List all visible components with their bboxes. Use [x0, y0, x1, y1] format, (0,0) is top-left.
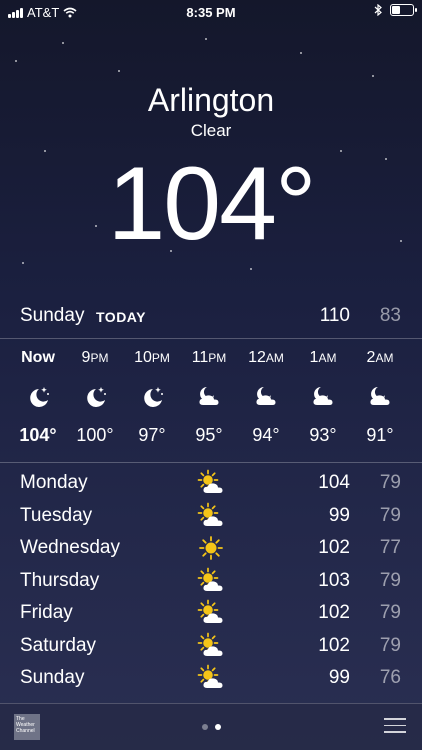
hour-value: 10 [134, 349, 152, 366]
day-name: Tuesday [20, 504, 93, 526]
hour-meridiem: AM [265, 351, 284, 365]
hour-temperature: 93° [309, 425, 337, 445]
hour-label: Now [9, 349, 67, 371]
current-condition: Clear [190, 121, 232, 140]
status-bar: AT&T 8:35 PM [0, 0, 422, 24]
sun-cloud-icon [194, 501, 228, 531]
hour-label: 11PM [180, 349, 238, 371]
daily-forecast-row: Saturday 102 79 [0, 631, 422, 664]
hourly-item: 10PM 97° [123, 339, 181, 446]
hourly-item: Now 104° [9, 339, 67, 446]
sun-icon [194, 533, 228, 563]
daily-forecast-row: Thursday 103 79 [0, 566, 422, 599]
hour-label: 10PM [123, 349, 181, 371]
hour-meridiem: AM [375, 351, 394, 365]
hour-meridiem: AM [318, 351, 337, 365]
day-name: Friday [20, 602, 73, 623]
day-high: 99 [328, 504, 350, 526]
today-day: Sunday [20, 305, 85, 326]
day-name: Sunday [20, 667, 85, 688]
today-label: TODAY [96, 309, 146, 325]
today-summary-row: Sunday TODAY 110 83 [0, 300, 422, 339]
day-name: Wednesday [20, 537, 120, 558]
sun-cloud-icon [194, 631, 228, 661]
hour-label: 1AM [294, 349, 352, 371]
hourly-item: 9PM 100° [66, 339, 124, 446]
moon-stars-icon [66, 377, 124, 417]
day-low: 79 [379, 602, 401, 623]
day-high: 102 [318, 537, 350, 558]
hour-temperature: 100° [76, 425, 114, 445]
hour-temperature: 95° [195, 425, 223, 445]
hour-label: 9PM [66, 349, 124, 371]
day-high: 102 [318, 602, 350, 623]
day-name: Thursday [20, 569, 100, 591]
bottom-toolbar: The Weather Channel [0, 703, 422, 750]
moon-cloud-icon [180, 377, 238, 417]
hour-value: 12 [248, 349, 266, 366]
hour-temperature: 91° [366, 425, 394, 445]
hourly-item: 11PM 95° [180, 339, 238, 446]
day-high: 104 [318, 472, 350, 493]
day-low: 76 [379, 667, 401, 688]
daily-forecast-list[interactable]: Monday 104 79 Tuesday 99 79 Wednesday 102 77 Th… [0, 468, 422, 696]
today-high: 110 [319, 305, 350, 326]
current-temperature: 104° [107, 146, 316, 262]
sun-cloud-icon [194, 598, 228, 628]
daily-forecast-row: Monday 104 79 [0, 468, 422, 501]
hourly-forecast-strip[interactable]: Now 104° 9PM 100° 10PM 97° 11PM 95° 12AM 94°… [0, 339, 422, 463]
sun-cloud-icon [194, 663, 228, 693]
daily-forecast-row: Wednesday 102 77 [0, 533, 422, 566]
today-low: 83 [379, 305, 401, 326]
hour-meridiem: PM [208, 351, 227, 365]
bluetooth-icon [374, 4, 382, 16]
day-low: 77 [379, 537, 401, 558]
moon-cloud-icon [237, 377, 295, 417]
hourly-item: 12AM 94° [237, 339, 295, 446]
moon-stars-icon [123, 377, 181, 417]
daily-forecast-row: Tuesday 99 79 [0, 501, 422, 534]
city-list-icon[interactable] [384, 718, 406, 738]
sun-cloud-icon [194, 566, 228, 596]
hour-temperature: 97° [138, 425, 166, 445]
status-time: 8:35 PM [186, 5, 236, 20]
battery-icon [390, 4, 417, 16]
page-dot[interactable] [201, 724, 208, 730]
day-high: 103 [318, 569, 350, 591]
day-high: 99 [328, 667, 350, 688]
hourly-item: 1AM 93° [294, 339, 352, 446]
hour-value: 11 [191, 349, 209, 366]
day-low: 79 [379, 634, 401, 656]
hour-meridiem: PM [90, 351, 109, 365]
day-low: 79 [379, 504, 401, 526]
day-low: 79 [379, 472, 401, 493]
day-name: Monday [20, 472, 88, 493]
hour-meridiem: PM [151, 351, 170, 365]
hourly-item: 2AM 91° [351, 339, 409, 446]
hour-temperature: 104° [19, 425, 57, 445]
sun-cloud-icon [194, 468, 228, 498]
hour-label: 2AM [351, 349, 409, 371]
moon-stars-icon [9, 377, 67, 417]
page-indicator[interactable] [0, 724, 422, 730]
hour-label: 12AM [237, 349, 295, 371]
daily-forecast-row: Sunday 99 76 [0, 663, 422, 696]
moon-cloud-icon [351, 377, 409, 417]
daily-forecast-row: Friday 102 79 [0, 598, 422, 631]
day-low: 79 [379, 569, 401, 591]
moon-cloud-icon [294, 377, 352, 417]
hour-temperature: 94° [252, 425, 280, 445]
page-dot[interactable] [214, 724, 221, 730]
city-name: Arlington [147, 82, 275, 118]
day-name: Saturday [20, 634, 97, 656]
day-high: 102 [318, 634, 350, 656]
hour-value: Now [21, 349, 55, 366]
